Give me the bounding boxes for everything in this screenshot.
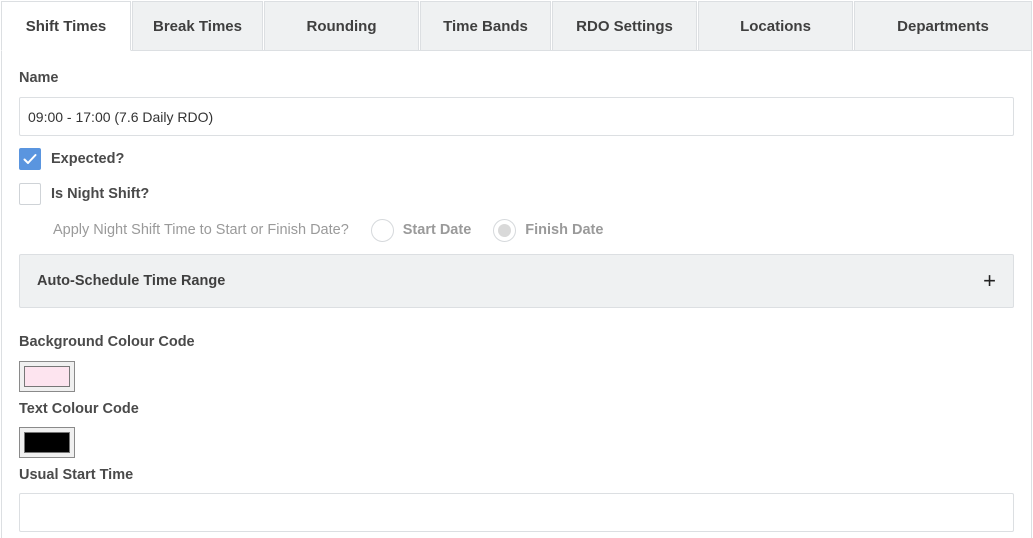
finish-date-option[interactable]: Finish Date [493, 218, 604, 242]
name-input[interactable] [19, 97, 1014, 136]
night-shift-row: Is Night Shift? [19, 183, 149, 205]
tab-rdo-settings[interactable]: RDO Settings [552, 1, 697, 50]
tab-departments[interactable]: Departments [854, 1, 1032, 50]
finish-date-label: Finish Date [525, 222, 604, 238]
bg-colour-swatch [24, 366, 70, 387]
text-colour-label: Text Colour Code [19, 401, 139, 417]
tab-bar: Shift Times Break Times Rounding Time Ba… [1, 1, 1032, 51]
bg-colour-picker[interactable] [19, 361, 75, 392]
night-shift-label: Is Night Shift? [51, 186, 150, 202]
start-date-label: Start Date [402, 222, 472, 238]
usual-start-label: Usual Start Time [19, 467, 134, 483]
tab-time-bands[interactable]: Time Bands [420, 1, 551, 50]
apply-night-shift-row: Apply Night Shift Time to Start or Finis… [53, 218, 603, 242]
finish-date-radio[interactable] [493, 218, 517, 242]
tab-locations[interactable]: Locations [698, 1, 853, 50]
usual-start-input[interactable] [19, 493, 1014, 532]
tab-rounding[interactable]: Rounding [264, 1, 419, 50]
bg-colour-label: Background Colour Code [19, 334, 195, 350]
expected-label: Expected? [51, 151, 125, 167]
check-icon [23, 154, 37, 164]
night-shift-checkbox[interactable] [19, 183, 41, 205]
text-colour-picker[interactable] [19, 427, 75, 458]
tab-break-times[interactable]: Break Times [132, 1, 263, 50]
start-date-radio[interactable] [370, 218, 394, 242]
apply-night-shift-label: Apply Night Shift Time to Start or Finis… [53, 222, 349, 238]
auto-schedule-accordion[interactable]: Auto-Schedule Time Range + [19, 254, 1014, 308]
plus-icon[interactable]: + [983, 270, 996, 292]
name-label: Name [19, 70, 59, 86]
start-date-option[interactable]: Start Date [370, 218, 472, 242]
expected-row: Expected? [19, 148, 124, 170]
auto-schedule-title: Auto-Schedule Time Range [37, 273, 226, 289]
tab-shift-times[interactable]: Shift Times [1, 1, 131, 51]
expected-checkbox[interactable] [19, 148, 41, 170]
text-colour-swatch [24, 432, 70, 453]
